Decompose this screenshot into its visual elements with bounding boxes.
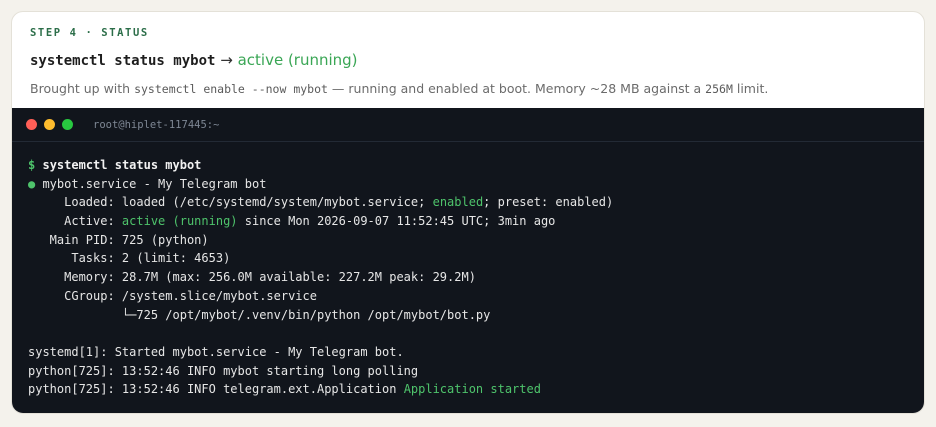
log-line-1: systemd[1]: Started mybot.service - My T… [28,344,404,359]
log3-started: Application started [403,382,541,397]
step-title: systemctl status mybot → active (running… [30,50,906,71]
loaded-pre: loaded (/etc/systemd/system/mybot.servic… [121,195,433,210]
desc-middle: — running and enabled at boot. Memory ~2… [327,81,706,96]
minimize-window-dot-icon[interactable] [44,119,55,130]
active-post: since Mon 2026-09-07 11:52:45 UTC; 3min … [237,214,556,229]
terminal-titlebar: root@hiplet-117445:~ [12,108,924,142]
loaded-post: ; preset: enabled) [483,195,614,210]
prompt-symbol: $ [28,158,36,172]
active-label: Active: [28,214,122,229]
maximize-window-dot-icon[interactable] [62,119,73,130]
terminal-window: root@hiplet-117445:~ $ systemctl status … [12,108,924,413]
command-line: $ systemctl status mybot [28,156,908,175]
cgroup-child-line: └─725 /opt/mybot/.venv/bin/python /opt/m… [28,307,491,322]
desc-prefix: Brought up with [30,81,135,96]
desc-suffix: limit. [732,81,769,96]
desc-code-limit: 256M [705,82,733,96]
log-line-2: python[725]: 13:52:46 INFO mybot startin… [28,363,419,378]
loaded-enabled: enabled [432,195,484,210]
step-label: STEP 4 · STATUS [30,27,149,39]
tasks-line: Tasks: 2 (limit: 4653) [28,251,231,266]
mainpid-line: Main PID: 725 (python) [28,232,209,247]
command-text: systemctl status mybot [42,158,202,172]
log3-pre: python[725]: 13:52:46 INFO telegram.ext.… [28,382,404,397]
step-description: Brought up with systemctl enable --now m… [30,80,906,98]
title-state: active (running) [237,51,358,69]
service-name: mybot.service - My Telegram bot [35,176,267,191]
desc-code-enable: systemctl enable --now mybot [134,82,328,96]
active-line: Active: active (running) since Mon 2026-… [28,212,908,231]
status-step-card: STEP 4 · STATUS systemctl status mybot →… [11,11,925,414]
title-command: systemctl status mybot [30,53,216,69]
memory-line: Memory: 28.7M (max: 256.0M available: 22… [28,270,476,285]
loaded-label: Loaded: [28,195,122,210]
close-window-dot-icon[interactable] [26,119,37,130]
service-line: ● mybot.service - My Telegram bot [28,175,908,194]
step-header: STEP 4 · STATUS systemctl status mybot →… [12,12,924,108]
log-line-3: python[725]: 13:52:46 INFO telegram.ext.… [28,380,908,399]
terminal-output[interactable]: $ systemctl status mybot ● mybot.service … [12,142,924,399]
cgroup-line: CGroup: /system.slice/mybot.service [28,288,317,303]
terminal-host-label: root@hiplet-117445:~ [93,118,220,131]
active-state: active (running) [121,214,238,229]
arrow-icon: → [220,51,233,69]
loaded-line: Loaded: loaded (/etc/systemd/system/mybo… [28,193,908,212]
